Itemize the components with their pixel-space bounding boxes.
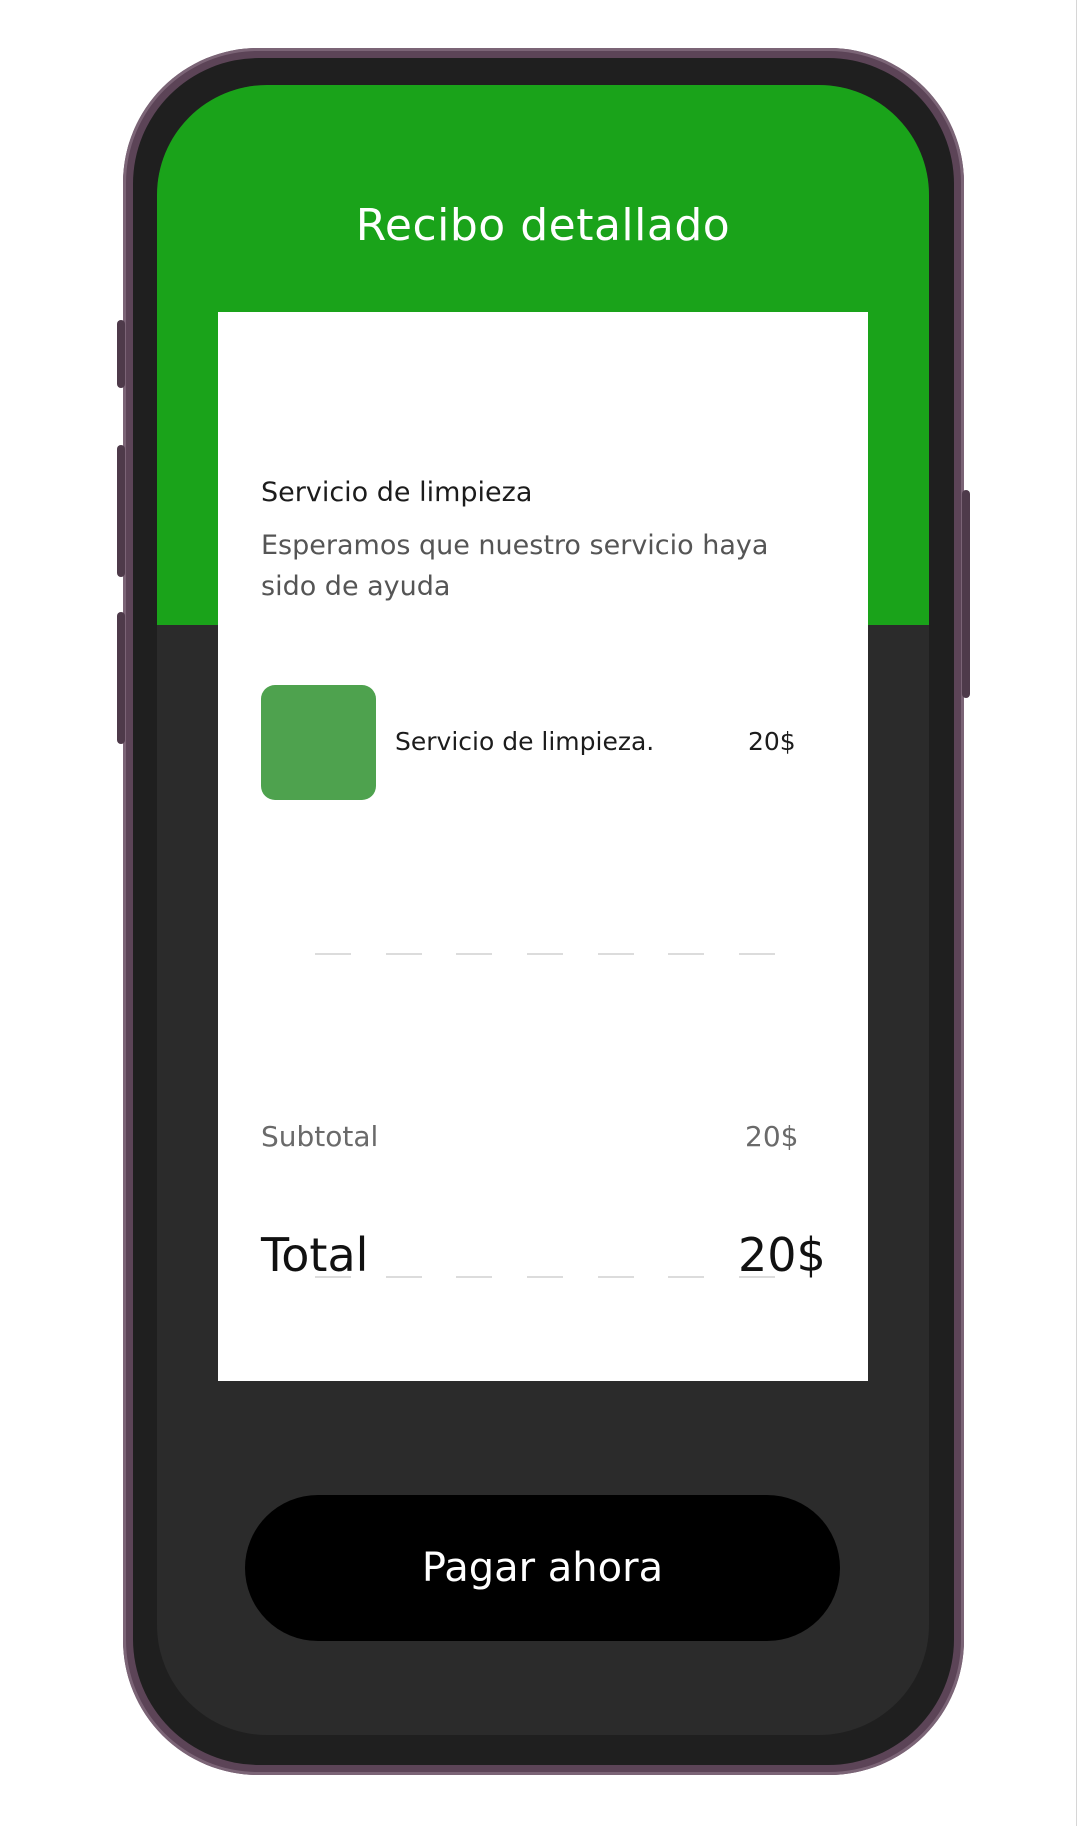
service-title: Servicio de limpieza bbox=[261, 477, 533, 508]
power-button bbox=[962, 490, 970, 698]
total-value: 20$ bbox=[738, 1228, 826, 1282]
mute-switch bbox=[117, 320, 125, 388]
item-name: Servicio de limpieza. bbox=[395, 727, 655, 756]
service-description: Esperamos que nuestro servicio haya sido… bbox=[261, 530, 769, 602]
phone-screen: Recibo detallado Servicio de limpieza Es… bbox=[157, 85, 929, 1735]
volume-up-button bbox=[117, 445, 125, 577]
page-edge-line bbox=[1076, 0, 1077, 1826]
pay-now-button[interactable]: Pagar ahora bbox=[245, 1495, 840, 1641]
item-thumbnail bbox=[261, 685, 376, 800]
dashed-divider bbox=[315, 953, 775, 955]
page-title: Recibo detallado bbox=[355, 200, 731, 251]
subtotal-value: 20$ bbox=[745, 1120, 799, 1153]
volume-down-button bbox=[117, 612, 125, 744]
subtotal-label: Subtotal bbox=[261, 1120, 379, 1153]
item-price: 20$ bbox=[748, 727, 796, 756]
receipt-card: Servicio de limpieza Esperamos que nuest… bbox=[218, 312, 868, 1381]
total-label: Total bbox=[261, 1228, 369, 1282]
dashed-divider bbox=[315, 1276, 775, 1278]
